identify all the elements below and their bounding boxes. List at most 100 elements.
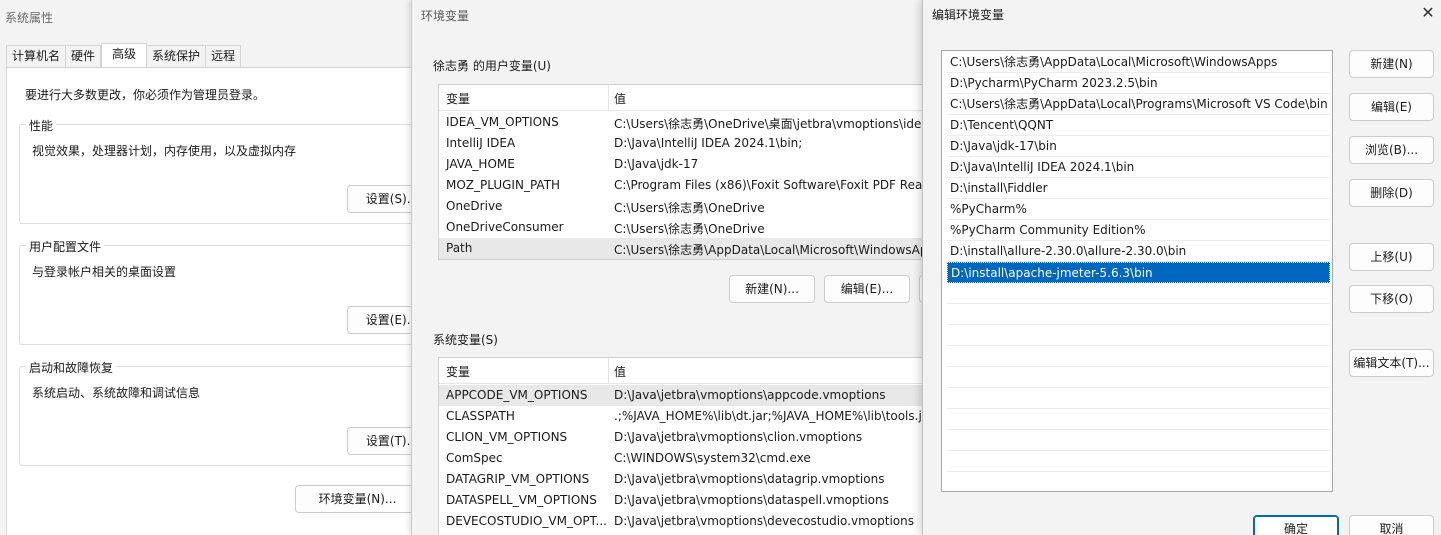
table-row[interactable]: CLION_VM_OPTIONS D:\Java\jetbra\vmoptions… [439,427,926,448]
window-title: 编辑环境变量 [932,8,1005,22]
variable-value: D:\Java\IntelliJ IDEA 2024.1\bin; [614,136,803,150]
environment-variables-button[interactable]: 环境变量(N)... [295,485,419,513]
startup-settings-button[interactable]: 设置(T)... [347,427,419,455]
environment-variables-window: 环境变量 徐志勇 的用户变量(U) 变量 值 IDEA_VM_OPTIONS C:… [411,0,926,535]
empty-list-slot[interactable] [947,325,1330,346]
delete-button[interactable]: 删除(D) [1349,179,1434,207]
empty-list-slot[interactable] [947,304,1330,325]
variable-value: D:\Java\jetbra\vmoptions\dataspell.vmopt… [614,493,889,507]
system-variables-list[interactable]: 变量 值 APPCODE_VM_OPTIONS D:\Java\jetbra\vm… [438,357,926,535]
path-list[interactable]: C:\Users\徐志勇\AppData\Local\Microsoft\Win… [941,50,1333,492]
variable-name: MOZ_PLUGIN_PATH [446,178,561,192]
variable-name: IntelliJ IDEA [446,136,516,150]
group-title: 性能 [26,117,57,134]
tab-hardware[interactable]: 硬件 [66,45,102,67]
table-row[interactable]: MOZ_PLUGIN_PATH C:\Program Files (x86)\Fo… [439,175,926,196]
edit-text-button[interactable]: 编辑文本(T)... [1349,349,1434,377]
table-row[interactable]: ComSpec C:\WINDOWS\system32\cmd.exe [439,448,926,469]
edit-button[interactable]: 编辑(E) [1349,93,1434,121]
variable-value: C:\Program Files (x86)\Foxit Software\Fo… [614,178,926,192]
move-up-button[interactable]: 上移(U) [1349,243,1434,271]
table-row[interactable]: JAVA_HOME D:\Java\jdk-17 [439,154,926,175]
group-title: 启动和故障恢复 [26,359,117,376]
variable-name: APPCODE_VM_OPTIONS [446,388,588,402]
browse-button[interactable]: 浏览(B)... [1349,136,1434,164]
variable-value: D:\Java\jdk-17 [614,157,699,171]
variable-value: C:\Users\徐志勇\OneDrive\桌面\jetbra\vmoption… [614,117,926,131]
variable-name: IDEA_VM_OPTIONS [446,115,559,129]
path-item[interactable]: D:\install\Fiddler [947,178,1330,199]
table-row[interactable]: IntelliJ IDEA D:\Java\IntelliJ IDEA 2024.… [439,133,926,154]
performance-settings-button[interactable]: 设置(S)... [347,185,419,213]
user-edit-button[interactable]: 编辑(E)... [824,275,910,303]
group-title: 用户配置文件 [26,238,105,255]
variable-value: .;%JAVA_HOME%\lib\dt.jar;%JAVA_HOME%\lib… [614,409,926,423]
variable-value: C:\WINDOWS\system32\cmd.exe [614,451,811,465]
profile-settings-button[interactable]: 设置(E)... [347,306,419,334]
group-description: 视觉效果，处理器计划，内存使用，以及虚拟内存 [32,144,297,158]
tab-system-protection[interactable]: 系统保护 [147,45,207,67]
variable-value: D:\Java\jetbra\vmoptions\devecostudio.vm… [614,514,914,528]
variable-value: D:\Java\jetbra\vmoptions\appcode.vmoptio… [614,388,886,402]
table-row[interactable]: OneDriveConsumer C:\Users\徐志勇\OneDrive [439,217,926,238]
column-header-value[interactable]: 值 [614,90,626,107]
variable-value: D:\Java\jetbra\vmoptions\datagrip.vmopti… [614,472,885,486]
table-row[interactable]: IDEA_VM_OPTIONS C:\Users\徐志勇\OneDrive\桌面\… [439,112,926,133]
empty-list-slot[interactable] [947,283,1330,304]
path-item[interactable]: D:\Tencent\QQNT [947,115,1330,136]
tab-advanced[interactable]: 高级 [101,43,148,67]
window-title: 系统属性 [5,11,54,25]
path-item[interactable]: D:\install\apache-jmeter-5.6.3\bin [947,262,1330,283]
column-header-value[interactable]: 值 [614,363,626,380]
ok-button[interactable]: 确定 [1253,515,1339,535]
variable-name: DEVECOSTUDIO_VM_OPT... [446,514,607,528]
system-variables-label: 系统变量(S) [433,333,498,347]
path-item[interactable]: D:\Pycharm\PyCharm 2023.2.5\bin [947,73,1330,94]
table-row[interactable]: APPCODE_VM_OPTIONS D:\Java\jetbra\vmoptio… [439,385,926,406]
variable-value: D:\Java\jetbra\vmoptions\clion.vmoptions [614,430,863,444]
group-description: 系统启动、系统故障和调试信息 [32,386,201,400]
table-row[interactable]: OneDrive C:\Users\徐志勇\OneDrive [439,196,926,217]
path-item[interactable]: %PyCharm Community Edition% [947,220,1330,241]
tab-remote[interactable]: 远程 [206,45,242,67]
table-row[interactable]: Path C:\Users\徐志勇\AppData\Local\Microsoft… [439,238,926,259]
variable-value: C:\Users\徐志勇\OneDrive [614,201,765,215]
column-header-variable[interactable]: 变量 [446,363,470,380]
cancel-button[interactable]: 取消 [1349,515,1434,535]
empty-list-slot[interactable] [947,472,1330,491]
variable-name: ComSpec [446,451,503,465]
empty-list-slot[interactable] [947,346,1330,367]
empty-list-slot[interactable] [947,409,1330,430]
empty-list-slot[interactable] [947,388,1330,409]
empty-list-slot[interactable] [947,367,1330,388]
user-variables-list[interactable]: 变量 值 IDEA_VM_OPTIONS C:\Users\徐志勇\OneDriv… [438,84,926,260]
new-button[interactable]: 新建(N) [1349,50,1434,78]
table-row[interactable]: CLASSPATH .;%JAVA_HOME%\lib\dt.jar;%JAVA_… [439,406,926,427]
variable-name: CLION_VM_OPTIONS [446,430,568,444]
group-description: 与登录帐户相关的桌面设置 [32,265,177,279]
variable-name: OneDriveConsumer [446,220,564,234]
edit-environment-variable-window: 编辑环境变量 ✕ C:\Users\徐志勇\AppData\Local\Micr… [922,0,1441,535]
table-row[interactable]: DATAGRIP_VM_OPTIONS D:\Java\jetbra\vmopti… [439,469,926,490]
path-item[interactable]: C:\Users\徐志勇\AppData\Local\Microsoft\Win… [947,52,1330,73]
user-new-button[interactable]: 新建(N)... [729,275,815,303]
close-icon[interactable]: ✕ [1417,2,1439,24]
table-row[interactable]: DATASPELL_VM_OPTIONS D:\Java\jetbra\vmopt… [439,490,926,511]
path-item[interactable]: D:\install\allure-2.30.0\allure-2.30.0\b… [947,241,1330,262]
path-item[interactable]: %PyCharm% [947,199,1330,220]
table-row[interactable]: DEVECOSTUDIO_VM_OPT... D:\Java\jetbra\vmo… [439,511,926,532]
user-profile-group: 用户配置文件 与登录帐户相关的桌面设置 设置(E)... [19,238,419,345]
empty-list-slot[interactable] [947,451,1330,472]
path-item[interactable]: D:\Java\jdk-17\bin [947,136,1330,157]
startup-recovery-group: 启动和故障恢复 系统启动、系统故障和调试信息 设置(T)... [19,359,419,466]
empty-list-slot[interactable] [947,430,1330,451]
move-down-button[interactable]: 下移(O) [1349,285,1434,313]
tab-computer-name[interactable]: 计算机名 [6,45,67,67]
admin-notice: 要进行大多数更改，你必须作为管理员登录。 [25,88,266,102]
path-item[interactable]: C:\Users\徐志勇\AppData\Local\Programs\Micr… [947,94,1330,115]
performance-group: 性能 视觉效果，处理器计划，内存使用，以及虚拟内存 设置(S)... [19,117,419,224]
variable-value: C:\Users\徐志勇\OneDrive [614,222,765,236]
variable-name: DATAGRIP_VM_OPTIONS [446,472,590,486]
column-header-variable[interactable]: 变量 [446,90,470,107]
path-item[interactable]: D:\Java\IntelliJ IDEA 2024.1\bin [947,157,1330,178]
